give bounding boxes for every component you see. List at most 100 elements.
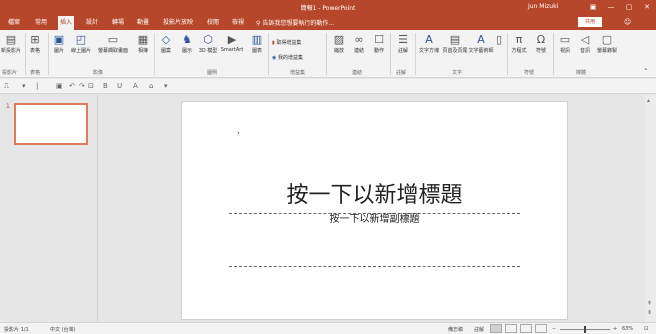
format-painter-icon[interactable]: ⌂: [149, 82, 153, 90]
vertical-scrollbar[interactable]: ▴ ⇞ ⇟: [645, 95, 656, 322]
group-tables-label: 表格: [30, 70, 41, 76]
autosave-icon[interactable]: ⎍: [4, 82, 9, 91]
3d-models-button[interactable]: ⬡ 3D 模型: [197, 33, 219, 55]
slideshow-view-button[interactable]: [535, 324, 547, 333]
pictures-icon: ▣: [53, 33, 65, 46]
link-button[interactable]: ∞ 連結: [348, 34, 370, 55]
shapes-button[interactable]: ◇ 圖案: [155, 34, 177, 55]
slide-sorter-button[interactable]: [505, 324, 517, 333]
speaker-icon: ◁: [580, 33, 590, 46]
prev-slide-icon[interactable]: ⇞: [647, 300, 652, 307]
table-button[interactable]: ⊞ 表格: [24, 34, 46, 55]
mouse-cursor-icon: ›: [237, 129, 240, 137]
quick-access-toolbar: ⎍ ▾ | ▣ ↶ ↷ ⊡ B U A ⌂ ▾: [0, 79, 656, 94]
minimize-icon[interactable]: —: [602, 1, 620, 13]
new-slide-icon: ▤: [5, 33, 17, 46]
header-footer-icon: ▤: [449, 33, 461, 46]
save-icon[interactable]: ▣: [56, 82, 63, 90]
tab-slideshow[interactable]: 投影片放映: [161, 17, 195, 30]
screenshot-button[interactable]: ▭ 螢幕擷取畫面: [94, 34, 132, 55]
undo-icon[interactable]: ↶: [69, 82, 75, 90]
new-slide-button[interactable]: ▤ 新投影片: [0, 33, 22, 55]
zoom-out-icon[interactable]: −: [552, 326, 556, 332]
icons-icon: ♞: [182, 33, 192, 46]
subtitle-placeholder[interactable]: 按一下以新增副標題: [229, 214, 520, 267]
start-from-beginning-icon[interactable]: ⊡: [88, 82, 94, 90]
group-comments-label: 註解: [396, 70, 407, 76]
tab-home[interactable]: 常用: [33, 17, 49, 30]
tab-view[interactable]: 檢視: [230, 17, 246, 30]
header-footer-button[interactable]: ▤ 頁首及頁尾: [442, 33, 468, 55]
action-button[interactable]: ☐ 動作: [368, 34, 390, 55]
omega-icon: Ω: [536, 33, 546, 46]
divider: |: [36, 82, 39, 90]
group-divider: [268, 33, 269, 75]
user-name[interactable]: Jun Mizuki: [528, 3, 558, 10]
wordart-button[interactable]: A 文字藝術師: [468, 33, 494, 55]
qat-customize-icon[interactable]: ▾: [164, 82, 168, 90]
audio-button[interactable]: ◁ 音訊: [574, 33, 596, 55]
zoom-level[interactable]: 63%: [622, 326, 633, 332]
tell-me-search[interactable]: ⚲ 告訴我您想要執行的動作...: [256, 18, 334, 27]
feedback-smiley-icon[interactable]: ☺: [624, 18, 631, 26]
group-slides-label: 投影片: [2, 70, 18, 76]
tab-design[interactable]: 設計: [84, 17, 100, 30]
smartart-button[interactable]: ▶ SmartArt: [218, 34, 246, 54]
tab-file[interactable]: 檔案: [6, 17, 22, 30]
cube-icon: ⬡: [203, 33, 213, 46]
scroll-up-icon[interactable]: ▴: [647, 97, 650, 104]
group-addins-label: 增益集: [290, 70, 306, 76]
wordart-icon: A: [477, 33, 485, 46]
tab-insert[interactable]: 插入: [58, 16, 75, 30]
zoom-button[interactable]: ▨ 縮放: [328, 34, 350, 55]
normal-view-button[interactable]: [490, 324, 502, 333]
chart-button[interactable]: ▥ 圖表: [246, 34, 268, 55]
group-divider: [390, 33, 391, 75]
comment-button[interactable]: ☰ 註解: [392, 34, 414, 55]
text-more-button[interactable]: ▯: [494, 34, 504, 47]
share-button[interactable]: 共用: [578, 17, 602, 27]
tab-transitions[interactable]: 轉場: [110, 17, 126, 30]
group-illustrations-label: 圖例: [207, 70, 218, 76]
my-addins-button[interactable]: ◉ 我的增益集: [272, 54, 303, 61]
photo-album-button[interactable]: ▦ 相簿: [132, 33, 154, 55]
bold-icon[interactable]: B: [103, 82, 108, 90]
ribbon-display-icon[interactable]: ▣: [584, 1, 602, 13]
symbol-button[interactable]: Ω 符號: [530, 33, 552, 55]
textbox-button[interactable]: A 文字方塊: [416, 33, 442, 55]
group-symbols-label: 符號: [524, 70, 535, 76]
photo-album-icon: ▦: [137, 33, 149, 46]
collapse-ribbon-icon[interactable]: ˄: [644, 68, 648, 76]
status-bar: 投影片 1/1 中文 (台灣) 備忘稿 註解 − + 63% ⊡: [0, 322, 656, 334]
tab-review[interactable]: 校閱: [205, 17, 221, 30]
zoom-in-icon[interactable]: +: [613, 326, 617, 332]
screen-recording-icon: ▢: [601, 33, 613, 46]
font-color-icon[interactable]: A: [133, 82, 138, 90]
icons-button[interactable]: ♞ 圖示: [176, 33, 198, 55]
next-slide-icon[interactable]: ⇟: [647, 309, 652, 316]
close-icon[interactable]: ✕: [638, 1, 656, 13]
comments-status-button[interactable]: 註解: [474, 326, 484, 333]
underline-icon[interactable]: U: [117, 82, 122, 90]
fit-to-window-icon[interactable]: ⊡: [644, 326, 648, 332]
online-pictures-button[interactable]: ◰ 線上圖片: [70, 33, 92, 55]
get-addins-button[interactable]: ▮ 取得增益集: [272, 39, 301, 46]
textbox-icon: A: [425, 33, 433, 46]
notes-button[interactable]: 備忘稿: [448, 326, 463, 333]
redo-icon[interactable]: ↷: [79, 82, 85, 90]
qat-dropdown-icon[interactable]: ▾: [22, 82, 26, 90]
reading-view-button[interactable]: [520, 324, 532, 333]
screen-recording-button[interactable]: ▢ 螢幕錄製: [594, 33, 620, 55]
ribbon-tabs: 檔案 常用 插入 設計 轉場 動畫 投影片放映 校閱 檢視 ⚲ 告訴我您想要執行…: [0, 14, 656, 30]
equation-button[interactable]: π 方程式: [508, 34, 530, 55]
language-status[interactable]: 中文 (台灣): [50, 326, 76, 333]
video-button[interactable]: ▭ 視訊: [554, 34, 576, 55]
zoom-slider-thumb[interactable]: [584, 326, 586, 333]
title-placeholder[interactable]: 按一下以新增標題: [229, 181, 520, 214]
online-pictures-icon: ◰: [75, 33, 87, 46]
restore-icon[interactable]: ▢: [620, 1, 638, 13]
ribbon-insert: ▤ 新投影片 投影片 ⊞ 表格 表格 ▣ 圖片 ◰ 線上圖片 ▭ 螢幕擷取畫面 ▦ 相簿 影…: [0, 30, 656, 78]
slide-thumbnail[interactable]: [14, 103, 88, 145]
pictures-button[interactable]: ▣ 圖片: [48, 33, 70, 55]
tab-animations[interactable]: 動畫: [135, 17, 151, 30]
